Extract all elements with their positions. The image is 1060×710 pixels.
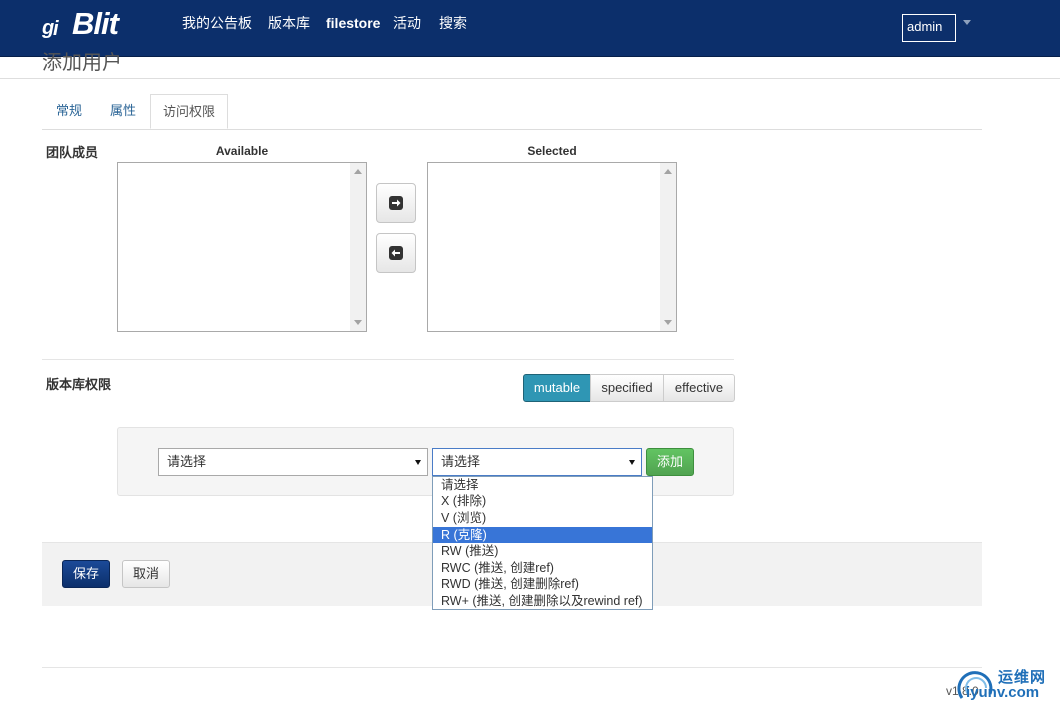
save-button[interactable]: 保存 <box>62 560 110 588</box>
title-divider <box>0 78 1060 79</box>
chevron-down-icon <box>629 460 635 465</box>
option-exclude[interactable]: X (排除) <box>433 493 652 509</box>
page-title: 添加用户 <box>42 52 122 74</box>
scroll-down-icon[interactable] <box>664 320 672 325</box>
selected-list-scrollbar[interactable] <box>660 163 676 331</box>
arrow-right-icon <box>389 196 403 210</box>
tabs-bottom-border <box>42 129 982 130</box>
team-members-label: 团队成员 <box>46 145 99 160</box>
arrow-left-icon <box>389 246 403 260</box>
remove-selected-button[interactable] <box>376 233 416 273</box>
scroll-up-icon[interactable] <box>354 169 362 174</box>
user-menu-caret-icon[interactable] <box>963 20 971 25</box>
scroll-down-icon[interactable] <box>354 320 362 325</box>
option-clone[interactable]: R (克隆) <box>433 527 652 543</box>
brand-name: Blit <box>72 6 119 41</box>
nav-item-activity[interactable]: 活动 <box>393 14 421 32</box>
nav-item-dashboard[interactable]: 我的公告板 <box>182 14 252 32</box>
user-avatar[interactable]: admin <box>902 14 956 42</box>
option-push-create[interactable]: RWC (推送, 创建ref) <box>433 560 652 576</box>
nav-item-filestore[interactable]: filestore <box>326 14 380 32</box>
permission-select-value: 请选择 <box>441 454 481 469</box>
permission-options-list: 请选择 X (排除) V (浏览) R (克隆) RW (推送) RWC (推送… <box>432 476 653 610</box>
footer-divider <box>42 667 982 668</box>
add-selected-button[interactable] <box>376 183 416 223</box>
available-list-scrollbar[interactable] <box>350 163 366 331</box>
tab-general[interactable]: 常规 <box>44 94 94 129</box>
chevron-down-icon <box>415 460 421 465</box>
available-header: Available <box>215 144 269 158</box>
repository-select[interactable]: 请选择 <box>158 448 428 476</box>
selected-teams-list[interactable] <box>427 162 677 332</box>
repo-permissions-label: 版本库权限 <box>46 377 112 392</box>
mode-specified-button[interactable]: specified <box>590 374 664 402</box>
option-push[interactable]: RW (推送) <box>433 543 652 559</box>
git-icon: g i <box>42 17 59 40</box>
available-teams-list[interactable] <box>117 162 367 332</box>
watermark-en: iyunv.com <box>966 684 1040 701</box>
section-divider <box>42 359 734 360</box>
avatar-alt-text: admin <box>907 19 943 34</box>
option-push-rewind[interactable]: RW+ (推送, 创建删除以及rewind ref) <box>433 593 652 609</box>
selected-header: Selected <box>527 144 577 158</box>
add-permission-button[interactable]: 添加 <box>646 448 694 476</box>
tab-attributes[interactable]: 属性 <box>98 94 148 129</box>
permission-select[interactable]: 请选择 <box>432 448 642 476</box>
top-navbar: g i Blit 我的公告板 版本库 filestore 活动 搜索 admin <box>0 0 1060 57</box>
option-view[interactable]: V (浏览) <box>433 510 652 526</box>
cancel-button[interactable]: 取消 <box>122 560 170 588</box>
repository-select-value: 请选择 <box>167 454 207 469</box>
svg-text:i: i <box>53 18 59 40</box>
option-push-create-delete[interactable]: RWD (推送, 创建删除ref) <box>433 576 652 592</box>
mode-mutable-button[interactable]: mutable <box>523 374 591 402</box>
option-choose[interactable]: 请选择 <box>433 477 652 493</box>
scroll-up-icon[interactable] <box>664 169 672 174</box>
tab-access-permissions[interactable]: 访问权限 <box>150 94 228 129</box>
mode-effective-button[interactable]: effective <box>663 374 735 402</box>
nav-item-search[interactable]: 搜索 <box>439 14 467 32</box>
nav-item-repositories[interactable]: 版本库 <box>268 14 310 32</box>
